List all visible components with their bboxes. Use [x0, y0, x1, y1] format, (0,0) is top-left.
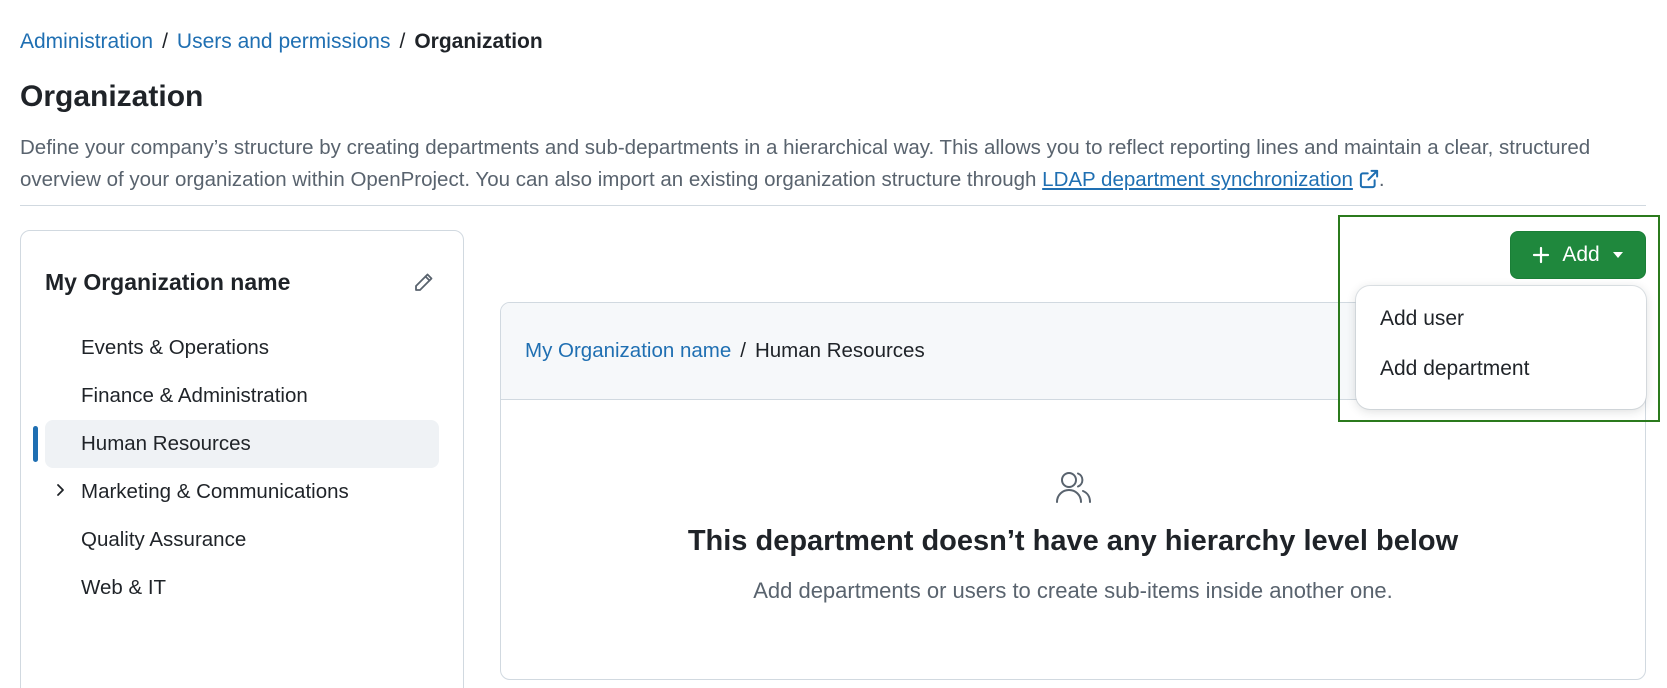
- sidebar-header: My Organization name: [45, 267, 439, 297]
- breadcrumb: Administration / Users and permissions /…: [20, 29, 543, 55]
- breadcrumb-separator: /: [740, 339, 746, 362]
- department-breadcrumb-current: Human Resources: [754, 339, 925, 362]
- tree-item-label: Finance & Administration: [81, 384, 308, 407]
- breadcrumb-current: Organization: [414, 30, 543, 53]
- tree-item-label: Web & IT: [81, 576, 167, 599]
- external-link-icon[interactable]: [1359, 167, 1379, 199]
- breadcrumb-link-administration[interactable]: Administration: [20, 29, 153, 55]
- description-text: Define your company’s structure by creat…: [20, 136, 1591, 191]
- ldap-sync-link[interactable]: LDAP department synchronization: [1042, 168, 1353, 191]
- page-title: Organization: [20, 80, 204, 113]
- blank-slate-description: Add departments or users to create sub-i…: [753, 578, 1393, 603]
- organization-tree-sidebar: My Organization name Events & Operations…: [20, 230, 464, 688]
- page-description: Define your company’s structure by creat…: [20, 132, 1650, 199]
- people-icon: [1055, 470, 1093, 509]
- blank-slate: This department doesn’t have any hierarc…: [501, 400, 1645, 679]
- plus-icon: [1532, 246, 1550, 264]
- blank-slate-title: This department doesn’t have any hierarc…: [687, 525, 1459, 557]
- tree-item-marketing-communications[interactable]: Marketing & Communications: [45, 468, 439, 516]
- tree-item-label: Human Resources: [81, 432, 251, 455]
- tree-item-label: Marketing & Communications: [81, 480, 349, 503]
- menu-item-add-department[interactable]: Add department: [1356, 344, 1646, 394]
- organization-page: Administration / Users and permissions /…: [0, 0, 1667, 688]
- add-button-label: Add: [1562, 243, 1600, 266]
- active-indicator: [33, 426, 38, 462]
- triangle-down-icon: [1612, 251, 1624, 259]
- header-divider: [20, 205, 1646, 206]
- add-button[interactable]: Add: [1510, 231, 1646, 279]
- chevron-right-icon[interactable]: [53, 482, 69, 498]
- tree-item-quality-assurance[interactable]: Quality Assurance: [45, 516, 439, 564]
- menu-item-add-user[interactable]: Add user: [1356, 294, 1646, 344]
- tree-item-finance-administration[interactable]: Finance & Administration: [45, 372, 439, 420]
- breadcrumb-link-users-permissions[interactable]: Users and permissions: [177, 29, 391, 55]
- tree-item-label: Quality Assurance: [81, 528, 247, 551]
- tree-item-web-it[interactable]: Web & IT: [45, 564, 439, 612]
- description-end: .: [1378, 168, 1385, 191]
- tree-item-events-operations[interactable]: Events & Operations: [45, 324, 439, 372]
- add-dropdown-menu: Add user Add department: [1356, 286, 1646, 409]
- tree-item-human-resources[interactable]: Human Resources: [33, 420, 439, 468]
- pencil-icon[interactable]: [409, 267, 439, 297]
- tree-item-label: Events & Operations: [81, 336, 270, 359]
- organization-name: My Organization name: [45, 268, 291, 295]
- department-breadcrumb-root[interactable]: My Organization name: [525, 339, 731, 363]
- breadcrumb-separator: /: [162, 30, 168, 53]
- breadcrumb-separator: /: [399, 30, 406, 53]
- department-tree: Events & Operations Finance & Administra…: [21, 324, 463, 612]
